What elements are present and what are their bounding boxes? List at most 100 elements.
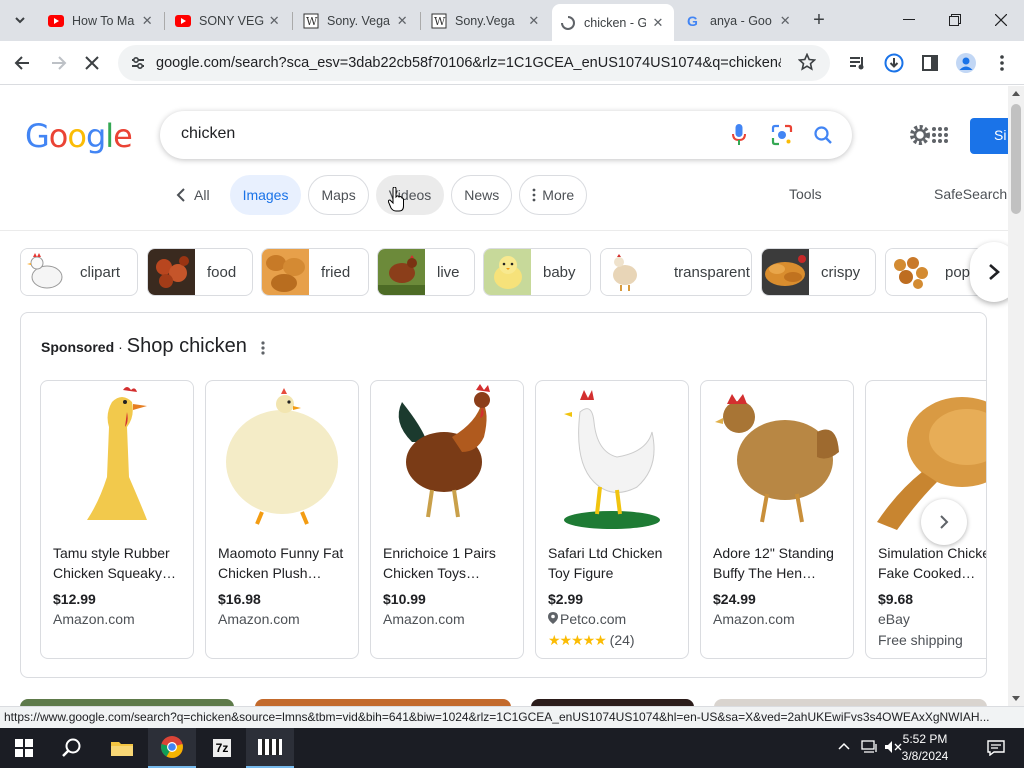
refine-chip-live[interactable]: live bbox=[377, 248, 475, 296]
scroll-down-icon[interactable] bbox=[1012, 696, 1020, 702]
tab-maps[interactable]: Maps bbox=[308, 175, 369, 215]
camera-lens-icon[interactable] bbox=[770, 123, 794, 147]
restore-button[interactable] bbox=[932, 0, 978, 40]
page-scrollbar[interactable] bbox=[1008, 86, 1024, 706]
refine-chip-transparent[interactable]: transparent bbox=[600, 248, 752, 296]
tab-title: How To Ma bbox=[72, 13, 135, 28]
scroll-up-icon[interactable] bbox=[1012, 90, 1020, 96]
tab-more[interactable]: More bbox=[519, 175, 588, 215]
file-explorer-button[interactable] bbox=[98, 728, 146, 768]
new-tab-button[interactable]: + bbox=[803, 4, 835, 36]
side-panel-button[interactable] bbox=[914, 47, 946, 79]
tab-title: chicken - G bbox=[584, 15, 646, 30]
google-icon: G bbox=[686, 13, 702, 29]
stop-loading-button[interactable] bbox=[76, 47, 108, 79]
refine-chip-baby[interactable]: baby bbox=[483, 248, 591, 296]
image-result-thumbnail[interactable] bbox=[255, 699, 511, 706]
close-icon[interactable]: ✕ bbox=[778, 13, 792, 29]
close-icon[interactable]: ✕ bbox=[395, 13, 409, 29]
close-icon[interactable]: ✕ bbox=[527, 13, 541, 29]
show-hidden-icons-button[interactable] bbox=[838, 742, 850, 750]
link-status-bar: https://www.google.com/search?q=chicken&… bbox=[0, 706, 1024, 728]
address-bar[interactable]: google.com/search?sca_esv=3dab22cb58f701… bbox=[118, 45, 830, 81]
tab-1[interactable]: SONY VEG ✕ bbox=[167, 6, 289, 35]
tab-4-active[interactable]: chicken - G ✕ bbox=[552, 4, 674, 41]
close-window-button[interactable] bbox=[978, 0, 1024, 40]
search-box[interactable]: chicken bbox=[160, 111, 852, 159]
tools-button[interactable]: Tools bbox=[789, 186, 822, 202]
microphone-icon[interactable] bbox=[727, 123, 751, 147]
taskbar-search-button[interactable] bbox=[48, 728, 96, 768]
notification-center-button[interactable] bbox=[976, 728, 1016, 768]
vegas-taskbar-button[interactable] bbox=[246, 728, 294, 768]
tab-3[interactable]: W Sony.Vega ✕ bbox=[423, 6, 549, 35]
minimize-button[interactable] bbox=[886, 0, 932, 40]
tab-2[interactable]: W Sony. Vega ✕ bbox=[295, 6, 417, 35]
refine-chip-clipart[interactable]: clipart bbox=[20, 248, 138, 296]
folder-icon bbox=[111, 742, 133, 756]
product-price: $12.99 bbox=[53, 591, 96, 607]
forward-button[interactable] bbox=[43, 47, 75, 79]
sign-in-button[interactable]: Si bbox=[970, 118, 1008, 154]
tab-search-button[interactable] bbox=[4, 4, 36, 36]
close-icon[interactable]: ✕ bbox=[140, 13, 154, 29]
tab-images[interactable]: Images bbox=[229, 175, 302, 215]
clock-date: 3/8/2024 bbox=[901, 749, 949, 763]
system-clock[interactable]: 5:52 PM 3/8/2024 bbox=[890, 731, 960, 765]
refine-chip-label: transparent bbox=[674, 263, 750, 281]
product-price: $24.99 bbox=[713, 591, 756, 607]
product-card[interactable]: Enrichoice 1 Pairs Chicken Toys… $10.99 … bbox=[370, 380, 524, 659]
image-result-thumbnail[interactable] bbox=[714, 699, 987, 706]
tab-5[interactable]: G anya - Goo ✕ bbox=[678, 6, 800, 35]
network-icon[interactable] bbox=[861, 740, 879, 754]
google-logo[interactable]: Google bbox=[25, 117, 133, 155]
crispy-chicken-thumbnail bbox=[762, 249, 809, 295]
image-result-thumbnail[interactable] bbox=[531, 699, 694, 706]
7zip-taskbar-button[interactable]: 7z bbox=[198, 728, 246, 768]
shopping-ads-card: Sponsored · Shop chicken Tamu style Rubb… bbox=[20, 312, 987, 678]
safesearch-button[interactable]: SafeSearch bbox=[934, 186, 1007, 202]
profile-button[interactable] bbox=[950, 47, 982, 79]
apps-grid-icon[interactable] bbox=[932, 127, 948, 148]
product-card[interactable]: Tamu style Rubber Chicken Squeaky… $12.9… bbox=[40, 380, 194, 659]
kebab-menu-icon bbox=[532, 188, 536, 202]
media-playlist-icon bbox=[850, 57, 864, 70]
bookmark-star-icon[interactable] bbox=[797, 52, 817, 75]
site-settings-icon[interactable] bbox=[130, 55, 146, 75]
product-title: Simulation Chicken Fake Cooked… bbox=[878, 545, 987, 581]
tab-news[interactable]: News bbox=[451, 175, 513, 215]
search-input[interactable]: chicken bbox=[181, 125, 235, 143]
shopping-options-button[interactable] bbox=[261, 339, 265, 360]
restore-icon bbox=[949, 14, 961, 26]
tab-0[interactable]: How To Ma ✕ bbox=[40, 6, 162, 35]
back-button[interactable] bbox=[6, 47, 38, 79]
refine-chip-crispy[interactable]: crispy bbox=[761, 248, 876, 296]
browser-menu-button[interactable] bbox=[986, 47, 1018, 79]
refine-chip-fried[interactable]: fried bbox=[261, 248, 369, 296]
close-icon[interactable]: ✕ bbox=[650, 15, 666, 31]
shopping-next-button[interactable] bbox=[921, 499, 967, 545]
tab-all[interactable]: All bbox=[172, 175, 218, 215]
refine-next-button[interactable] bbox=[970, 242, 1008, 302]
settings-gear-icon[interactable] bbox=[908, 123, 932, 152]
media-control-button[interactable] bbox=[842, 47, 874, 79]
product-card[interactable]: Safari Ltd Chicken Toy Figure $2.99 Petc… bbox=[535, 380, 689, 659]
product-title: Tamu style Rubber Chicken Squeaky… bbox=[53, 545, 176, 581]
chicken-clipart-thumbnail bbox=[21, 249, 68, 295]
search-icon[interactable] bbox=[811, 123, 835, 147]
loading-spinner-icon bbox=[560, 15, 576, 31]
product-store: Amazon.com bbox=[218, 611, 300, 627]
scrollbar-thumb[interactable] bbox=[1011, 104, 1021, 214]
product-image bbox=[206, 381, 358, 533]
product-card[interactable]: Adore 12" Standing Buffy The Hen… $24.99… bbox=[700, 380, 854, 659]
chrome-taskbar-button[interactable] bbox=[148, 728, 196, 768]
chevron-down-icon bbox=[15, 17, 25, 24]
start-button[interactable] bbox=[0, 728, 48, 768]
refine-chip-food[interactable]: food bbox=[147, 248, 253, 296]
close-icon[interactable]: ✕ bbox=[267, 13, 281, 29]
product-store: Amazon.com bbox=[713, 611, 795, 627]
image-result-thumbnail[interactable] bbox=[20, 699, 234, 706]
product-card[interactable]: Maomoto Funny Fat Chicken Plush… $16.98 … bbox=[205, 380, 359, 659]
downloads-button[interactable] bbox=[878, 47, 910, 79]
tab-videos[interactable]: Videos bbox=[375, 175, 445, 215]
